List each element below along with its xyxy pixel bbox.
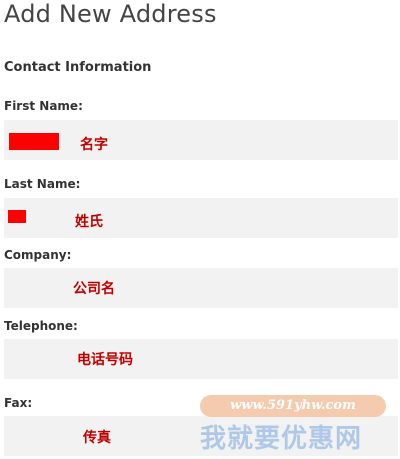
first-name-annotation: 名字 (80, 137, 108, 153)
contact-information-heading: Contact Information (4, 60, 152, 75)
watermark-url: www.591yhw.com (200, 395, 386, 417)
redaction-block (9, 133, 59, 150)
telephone-annotation: 电话号码 (77, 352, 133, 368)
watermark-logo: 我就要优惠网 (200, 424, 363, 454)
first-name-field[interactable]: 名字 (4, 120, 398, 160)
first-name-label: First Name: (4, 99, 83, 113)
redaction-block (8, 210, 26, 223)
page-title: Add New Address (4, 0, 217, 28)
company-label: Company: (4, 248, 72, 262)
last-name-annotation: 姓氏 (75, 214, 103, 230)
telephone-field[interactable]: 电话号码 (4, 339, 398, 379)
fax-annotation: 传真 (83, 430, 111, 446)
fax-label: Fax: (4, 396, 33, 410)
company-field[interactable]: 公司名 (4, 268, 398, 308)
last-name-label: Last Name: (4, 177, 81, 191)
last-name-field[interactable]: 姓氏 (4, 198, 398, 238)
telephone-label: Telephone: (4, 319, 78, 333)
add-address-page: Add New Address Contact Information Firs… (0, 0, 400, 459)
company-annotation: 公司名 (73, 281, 115, 297)
